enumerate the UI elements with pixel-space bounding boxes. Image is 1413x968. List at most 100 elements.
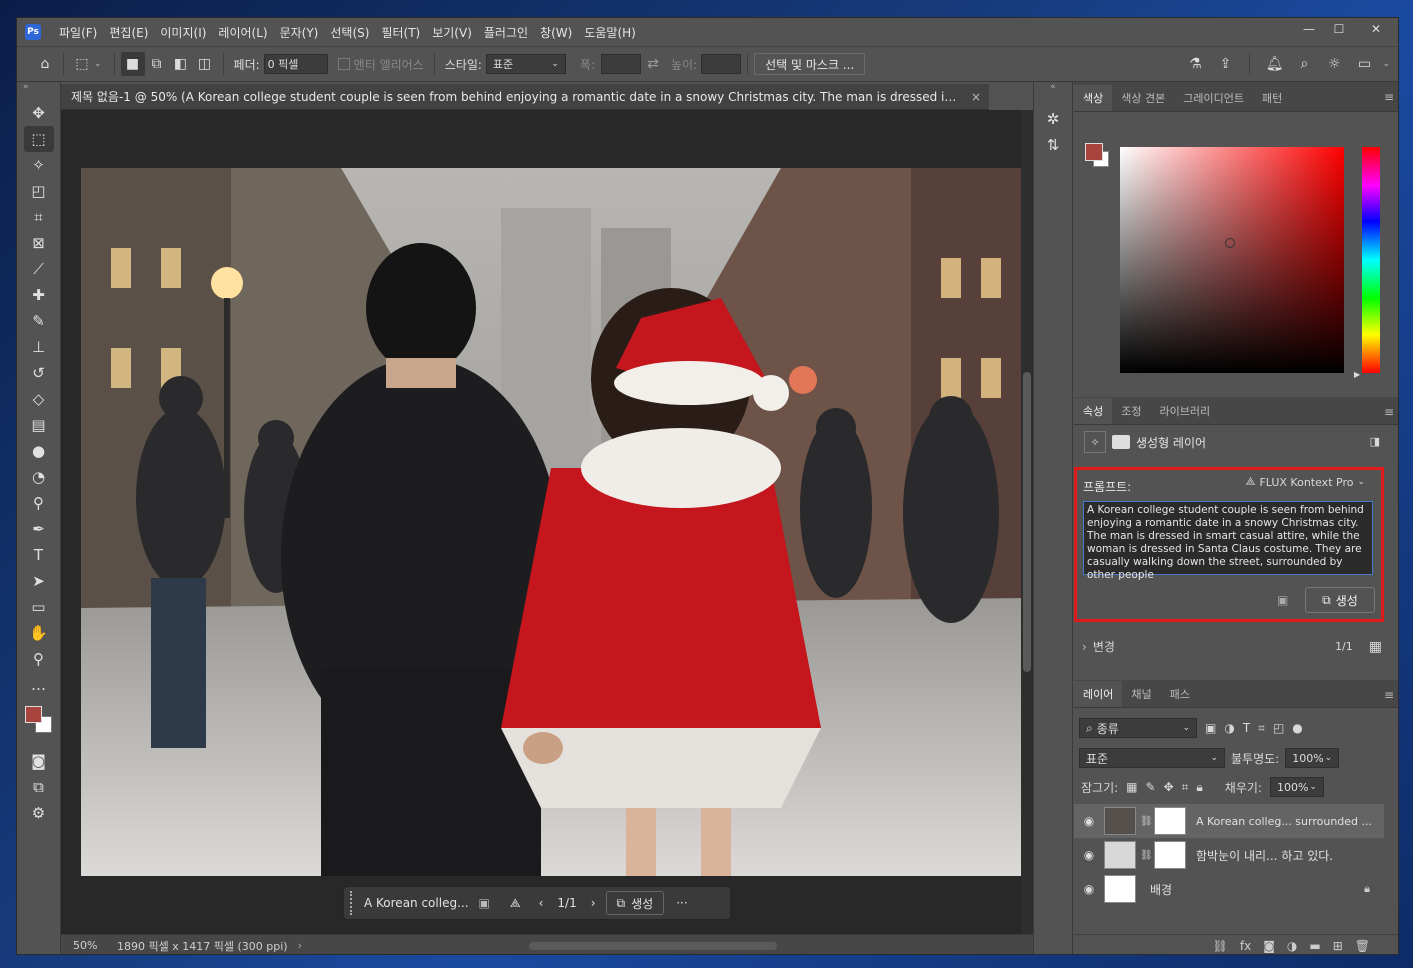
marquee-preset-icon[interactable]: ⬚ xyxy=(70,52,94,76)
history-panel-icon[interactable]: ✲ xyxy=(1038,106,1068,132)
tab-channels[interactable]: 채널 xyxy=(1122,681,1160,707)
frame-tool-icon[interactable]: ⊠ xyxy=(24,230,54,256)
firefly-model-icon[interactable]: ⟁ xyxy=(510,896,521,911)
panel-menu-icon[interactable]: ≡ xyxy=(1384,688,1394,702)
clone-stamp-tool-icon[interactable]: ⊥ xyxy=(24,334,54,360)
dodge-tool-icon[interactable]: ◔ xyxy=(24,464,54,490)
generate-button[interactable]: ⧉ 생성 xyxy=(1305,587,1375,613)
layer-name[interactable]: A Korean colleg... surrounded ... xyxy=(1196,815,1372,828)
filter-shape-icon[interactable]: ⌗ xyxy=(1258,721,1265,736)
link-icon[interactable]: ⛓ xyxy=(1140,850,1153,861)
lightbulb-icon[interactable]: ☼ xyxy=(1322,52,1346,76)
canvas-area[interactable]: A Korean colleg... ▣ ⟁ ‹ 1/1 › ⧉ 생성 ··· xyxy=(61,110,1027,934)
screen-mode-icon[interactable]: ⧉ xyxy=(24,774,54,800)
layer-lock-icon[interactable]: 🔒︎ xyxy=(1364,882,1370,896)
width-input[interactable] xyxy=(601,54,641,74)
lock-transparency-icon[interactable]: ▦ xyxy=(1126,780,1137,794)
gradient-tool-icon[interactable]: ▤ xyxy=(24,412,54,438)
link-icon[interactable]: ⛓ xyxy=(1140,816,1153,827)
tab-patterns[interactable]: 패턴 xyxy=(1253,85,1291,111)
menu-plugins[interactable]: 플러그인 xyxy=(478,24,534,41)
bell-icon[interactable]: 🔔︎ xyxy=(1262,52,1286,76)
panel-menu-icon[interactable]: ≡ xyxy=(1384,90,1394,104)
move-tool-icon[interactable]: ✥ xyxy=(24,100,54,126)
close-document-icon[interactable]: × xyxy=(971,90,981,104)
blend-mode-select[interactable]: 표준 ⌄ xyxy=(1079,748,1225,768)
antialias-checkbox[interactable] xyxy=(337,58,350,70)
panel-menu-icon[interactable]: ≡ xyxy=(1384,405,1394,419)
tab-swatches[interactable]: 색상 견본 xyxy=(1112,85,1174,111)
collapse-icon[interactable]: « xyxy=(1034,82,1072,96)
drag-handle-icon[interactable] xyxy=(350,891,358,915)
crop-tool-icon[interactable]: ⌗ xyxy=(24,204,54,230)
menu-layer[interactable]: 레이어(L) xyxy=(212,24,273,41)
healing-brush-tool-icon[interactable]: ✚ xyxy=(24,282,54,308)
menu-view[interactable]: 보기(V) xyxy=(426,24,478,41)
share-icon[interactable]: ⇪ xyxy=(1213,52,1237,76)
height-input[interactable] xyxy=(701,54,742,74)
zoom-level[interactable]: 50% xyxy=(73,939,117,952)
search-icon[interactable]: ⌕ xyxy=(1292,52,1316,76)
fx-icon[interactable]: fx xyxy=(1240,939,1251,953)
tab-properties[interactable]: 속성 xyxy=(1074,398,1113,424)
link-layers-icon[interactable]: ⛓ xyxy=(1213,939,1228,953)
quick-mask-icon[interactable]: ◙ xyxy=(24,748,54,774)
hand-tool-icon[interactable]: ✋ xyxy=(24,620,54,646)
add-mask-icon[interactable]: ◙ xyxy=(1263,939,1275,953)
swap-icon[interactable]: ⇄ xyxy=(641,52,665,76)
home-icon[interactable]: ⌂ xyxy=(33,52,57,76)
model-select[interactable]: ⟁ FLUX Kontext Pro ⌄ xyxy=(1246,475,1365,489)
lock-position-icon[interactable]: ✥ xyxy=(1164,780,1174,794)
object-select-tool-icon[interactable]: ✧ xyxy=(24,152,54,178)
quick-select-tool-icon[interactable]: ◰ xyxy=(24,178,54,204)
layer-row[interactable]: ◉ ⛓ 함박눈이 내리... 하고 있다. xyxy=(1074,838,1384,872)
adjustment-layer-icon[interactable]: ◑ xyxy=(1287,939,1297,953)
menu-edit[interactable]: 편집(E) xyxy=(103,24,154,41)
document-info[interactable]: 1890 픽셀 x 1417 픽셀 (300 ppi) xyxy=(117,938,288,954)
new-selection-icon[interactable]: ■ xyxy=(120,52,145,76)
flask-icon[interactable]: ⚗ xyxy=(1183,52,1207,76)
visibility-eye-icon[interactable]: ◉ xyxy=(1074,848,1104,862)
layer-name[interactable]: 배경 xyxy=(1150,881,1172,898)
grid-view-icon[interactable]: ▦ xyxy=(1369,639,1382,655)
filter-toggle-icon[interactable]: ● xyxy=(1292,721,1302,735)
zoom-tool-icon[interactable]: ⚲ xyxy=(24,646,54,672)
add-selection-icon[interactable]: ⧉ xyxy=(145,52,169,76)
visibility-eye-icon[interactable]: ◉ xyxy=(1074,882,1104,896)
lock-artboard-icon[interactable]: ⌗ xyxy=(1182,780,1189,795)
history-brush-tool-icon[interactable]: ↺ xyxy=(24,360,54,386)
panel-fg-swatch[interactable] xyxy=(1085,143,1103,161)
minimize-icon[interactable]: — xyxy=(1294,18,1324,40)
visibility-eye-icon[interactable]: ◉ xyxy=(1074,814,1104,828)
tab-paths[interactable]: 패스 xyxy=(1161,681,1199,707)
maximize-icon[interactable]: ☐ xyxy=(1324,18,1354,40)
hue-pointer-icon[interactable]: ▶ xyxy=(1354,370,1360,379)
horizontal-scrollbar[interactable] xyxy=(289,940,1029,952)
path-select-tool-icon[interactable]: ➤ xyxy=(24,568,54,594)
tab-layers[interactable]: 레이어 xyxy=(1074,681,1123,707)
tab-adjustments[interactable]: 조정 xyxy=(1112,398,1150,424)
filter-adjustment-icon[interactable]: ◑ xyxy=(1224,721,1234,735)
actions-panel-icon[interactable]: ⇅ xyxy=(1038,132,1068,158)
next-icon[interactable]: › xyxy=(591,896,596,910)
subtract-selection-icon[interactable]: ◧ xyxy=(169,52,193,76)
menu-select[interactable]: 선택(S) xyxy=(324,24,375,41)
ctx-prompt-text[interactable]: A Korean colleg... xyxy=(364,896,469,910)
color-picker-field[interactable] xyxy=(1120,147,1344,373)
brush-tool-icon[interactable]: ✎ xyxy=(24,308,54,334)
collapse-icon[interactable]: » xyxy=(17,82,60,100)
edit-toolbar-icon[interactable]: ⚙ xyxy=(24,800,54,826)
ctx-generate-button[interactable]: ⧉ 생성 xyxy=(605,891,665,915)
feather-input[interactable] xyxy=(263,54,328,74)
variations-row[interactable]: › 변경 1/1 ▦ xyxy=(1082,638,1382,655)
chevron-down-icon[interactable]: ⌄ xyxy=(94,59,102,69)
tab-libraries[interactable]: 라이브러리 xyxy=(1151,398,1220,424)
tab-color[interactable]: 색상 xyxy=(1074,85,1113,111)
intersect-selection-icon[interactable]: ◫ xyxy=(193,52,217,76)
select-and-mask-button[interactable]: 선택 및 마스크 ... xyxy=(754,53,866,75)
foreground-color-swatch[interactable] xyxy=(25,706,42,723)
type-tool-icon[interactable]: T xyxy=(24,542,54,568)
blur-tool-icon[interactable]: ● xyxy=(24,438,54,464)
magnify-tool-icon[interactable]: ⚲ xyxy=(24,490,54,516)
filter-smart-icon[interactable]: ◰ xyxy=(1273,721,1284,735)
